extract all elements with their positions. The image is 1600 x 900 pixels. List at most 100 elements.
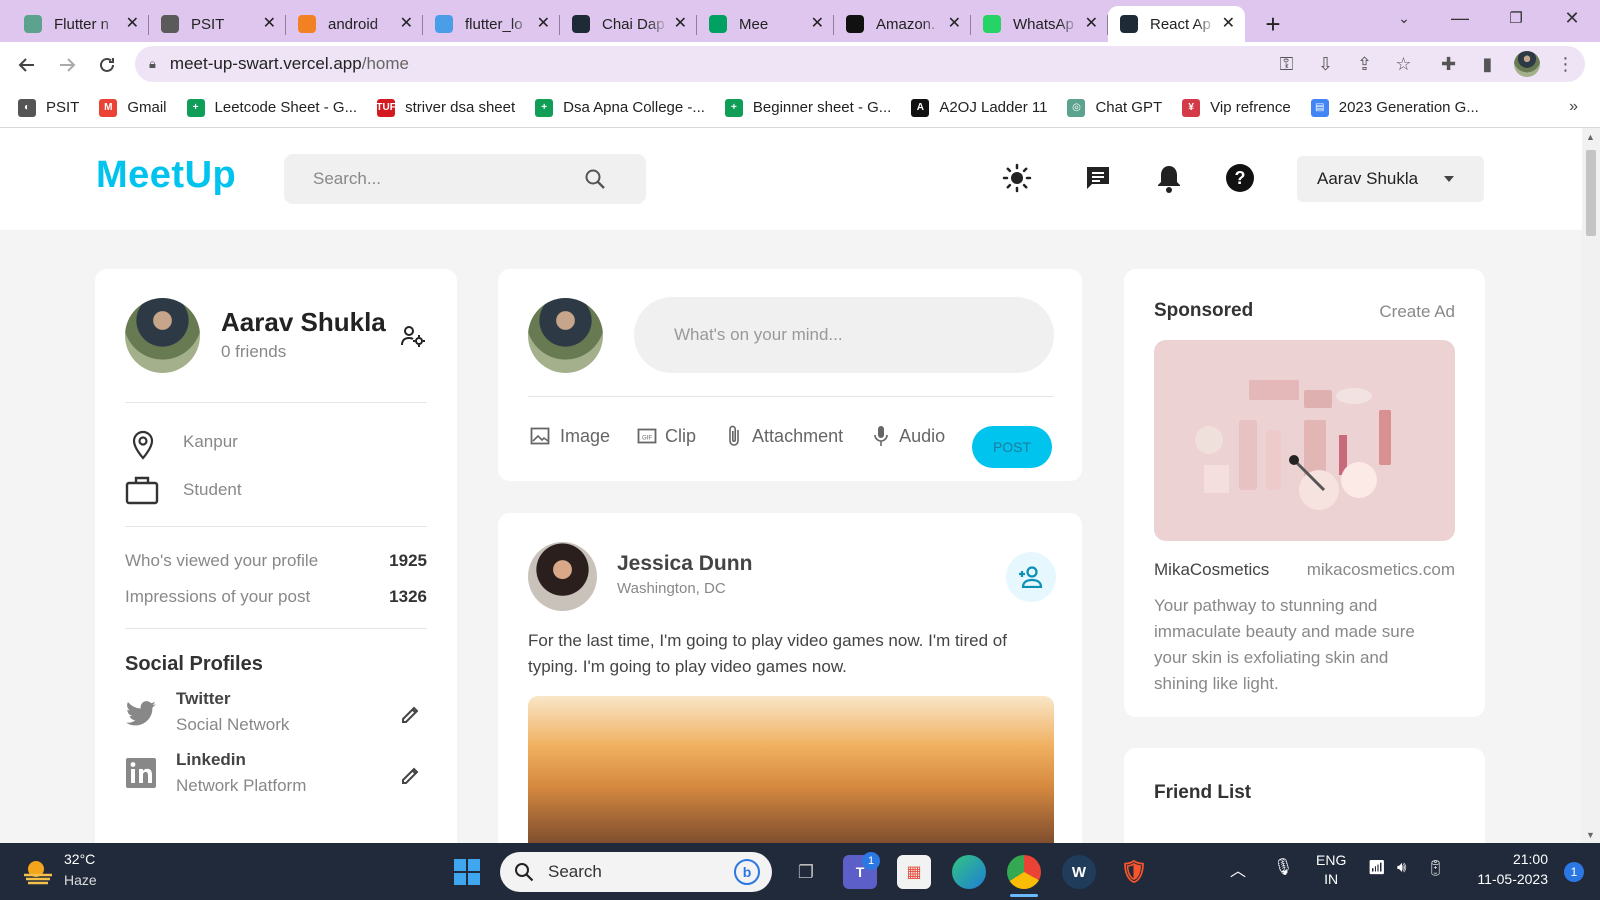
- bookmark-item[interactable]: ▤ 2023 Generation G...: [1310, 98, 1479, 117]
- profile-avatar-image[interactable]: [125, 298, 200, 373]
- taskbar-search[interactable]: Search b: [500, 852, 772, 892]
- edge-browser-icon[interactable]: [952, 855, 986, 889]
- bookmark-item[interactable]: + Beginner sheet - G...: [724, 98, 891, 117]
- close-tab-icon[interactable]: ✕: [948, 16, 961, 32]
- vscode-app-icon[interactable]: W: [1062, 855, 1096, 889]
- bookmark-item[interactable]: M Gmail: [99, 98, 167, 117]
- post-button[interactable]: POST: [972, 426, 1052, 468]
- forward-button[interactable]: [47, 45, 87, 85]
- battery-icon[interactable]: 🔋︎: [1426, 859, 1445, 877]
- user-dropdown[interactable]: Aarav Shukla: [1297, 156, 1484, 202]
- ad-image[interactable]: [1154, 340, 1455, 541]
- close-tab-icon[interactable]: ✕: [1085, 16, 1098, 32]
- address-bar[interactable]: 🔒︎ meet-up-swart.vercel.app/home ⚿ ⇩ ⇪ ☆…: [135, 46, 1585, 82]
- help-icon[interactable]: ?: [1223, 161, 1257, 195]
- minimize-button[interactable]: —: [1432, 0, 1488, 36]
- extensions-icon[interactable]: ✚: [1429, 54, 1468, 75]
- theme-toggle-icon[interactable]: [1000, 161, 1034, 195]
- side-panel-icon[interactable]: ▮: [1468, 54, 1507, 75]
- close-tab-icon[interactable]: ✕: [811, 16, 824, 32]
- volume-icon[interactable]: 🔊︎: [1397, 859, 1406, 876]
- impressions-value: 1326: [389, 587, 427, 606]
- notifications-bell-icon[interactable]: [1152, 161, 1186, 195]
- new-tab-button[interactable]: +: [1255, 6, 1291, 42]
- profile-name[interactable]: Aarav Shukla: [221, 307, 386, 338]
- profile-avatar[interactable]: [1507, 51, 1546, 77]
- gif-icon[interactable]: GIF: [637, 426, 657, 446]
- bookmark-star-icon[interactable]: ☆: [1384, 54, 1423, 75]
- add-friend-button[interactable]: [1006, 552, 1056, 602]
- close-tab-icon[interactable]: ✕: [537, 16, 550, 32]
- post-author-name[interactable]: Jessica Dunn: [617, 552, 752, 576]
- search-input[interactable]: Search...: [284, 154, 646, 204]
- install-app-icon[interactable]: ⇩: [1306, 54, 1345, 75]
- bookmark-item[interactable]: TUF striver dsa sheet: [376, 98, 515, 117]
- close-window-button[interactable]: ✕: [1544, 0, 1600, 36]
- brave-browser-icon[interactable]: 🛡︎: [1117, 855, 1151, 889]
- share-icon[interactable]: ⇪: [1345, 54, 1384, 75]
- close-tab-icon[interactable]: ✕: [674, 16, 687, 32]
- browser-tab[interactable]: android ✕: [286, 6, 423, 42]
- browser-tab[interactable]: React Ap ✕: [1108, 6, 1245, 42]
- browser-tab[interactable]: flutter_lo ✕: [423, 6, 560, 42]
- browser-tab[interactable]: Flutter n ✕: [12, 6, 149, 42]
- composer-input[interactable]: What's on your mind...: [634, 297, 1054, 373]
- browser-tab[interactable]: Mee ✕: [697, 6, 834, 42]
- restore-button[interactable]: ❐: [1488, 0, 1544, 36]
- attachment-action[interactable]: Attachment: [752, 426, 843, 447]
- ad-brand[interactable]: MikaCosmetics: [1154, 560, 1269, 580]
- create-ad-link[interactable]: Create Ad: [1379, 302, 1455, 322]
- edit-linkedin-pencil-icon[interactable]: [400, 764, 422, 786]
- page-scrollbar[interactable]: ▲ ▼: [1582, 128, 1600, 843]
- browser-tab[interactable]: Amazon. ✕: [834, 6, 971, 42]
- windows-start-icon[interactable]: [450, 855, 484, 889]
- bookmark-item[interactable]: + Dsa Apna College -...: [535, 98, 705, 117]
- task-view-icon[interactable]: ❐: [789, 855, 823, 889]
- bookmark-item[interactable]: + Leetcode Sheet - G...: [186, 98, 357, 117]
- edit-twitter-pencil-icon[interactable]: [400, 703, 422, 725]
- bookmark-item[interactable]: ◎ Chat GPT: [1067, 98, 1162, 117]
- image-action[interactable]: Image: [560, 426, 610, 447]
- scrollbar-thumb[interactable]: [1586, 150, 1596, 236]
- bookmark-item[interactable]: ◐ PSIT: [18, 98, 79, 117]
- more-bookmarks-icon[interactable]: »: [1569, 98, 1578, 116]
- attachment-paperclip-icon[interactable]: [726, 424, 742, 448]
- search-icon[interactable]: [584, 168, 606, 190]
- weather-widget[interactable]: [22, 857, 54, 890]
- image-icon[interactable]: [530, 426, 550, 446]
- chrome-browser-icon[interactable]: [1007, 855, 1041, 889]
- notification-badge[interactable]: 1: [1564, 862, 1584, 882]
- tab-title: WhatsAp: [1013, 15, 1074, 33]
- close-tab-icon[interactable]: ✕: [263, 16, 276, 32]
- clock[interactable]: 21:00 11-05-2023: [1477, 851, 1548, 887]
- key-icon[interactable]: ⚿: [1267, 54, 1306, 75]
- audio-action[interactable]: Audio: [899, 426, 945, 447]
- meetup-logo[interactable]: MeetUp: [96, 154, 236, 197]
- bing-icon[interactable]: b: [734, 859, 760, 885]
- ad-site[interactable]: mikacosmetics.com: [1307, 560, 1455, 580]
- messages-icon[interactable]: [1081, 161, 1115, 195]
- browser-tab[interactable]: WhatsAp ✕: [971, 6, 1108, 42]
- microphone-tray-icon[interactable]: 🎙︎: [1273, 857, 1293, 877]
- show-hidden-icons[interactable]: ︿: [1230, 857, 1246, 881]
- close-tab-icon[interactable]: ✕: [1222, 16, 1235, 32]
- browser-tab[interactable]: Chai Dap ✕: [560, 6, 697, 42]
- browser-menu-icon[interactable]: ⋮: [1546, 54, 1585, 75]
- back-button[interactable]: [7, 45, 47, 85]
- tab-title: Chai Dap: [602, 15, 665, 33]
- reload-button[interactable]: [87, 45, 127, 85]
- post-image[interactable]: [528, 696, 1054, 843]
- browser-tab[interactable]: PSIT ✕: [149, 6, 286, 42]
- microphone-icon[interactable]: [873, 425, 889, 447]
- bookmark-item[interactable]: A A2OJ Ladder 11: [911, 98, 1047, 117]
- manage-account-icon[interactable]: [401, 325, 425, 347]
- bookmark-item[interactable]: ¥ Vip refrence: [1182, 98, 1291, 117]
- close-tab-icon[interactable]: ✕: [400, 16, 413, 32]
- language-indicator[interactable]: ENG IN: [1316, 852, 1346, 887]
- post-author-avatar[interactable]: [528, 542, 597, 611]
- close-tab-icon[interactable]: ✕: [126, 16, 139, 32]
- tab-search-icon[interactable]: ⌄: [1376, 0, 1432, 36]
- clip-action[interactable]: Clip: [665, 426, 696, 447]
- wifi-icon[interactable]: 📶︎: [1368, 859, 1386, 876]
- microsoft-store-icon[interactable]: ▦: [897, 855, 931, 889]
